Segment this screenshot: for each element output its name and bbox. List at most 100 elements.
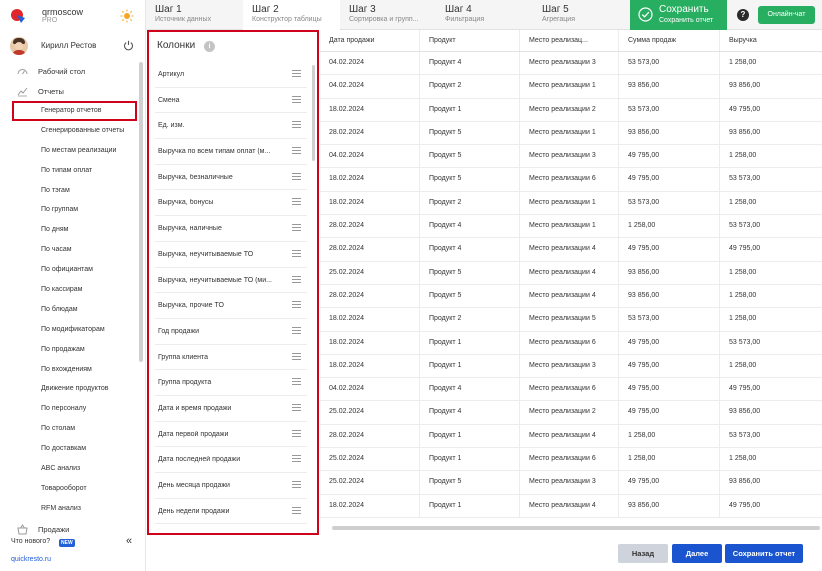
save-report-header-button[interactable]: Сохранить Сохранить отчет xyxy=(630,0,727,30)
drag-handle-icon[interactable] xyxy=(292,481,301,488)
drag-handle-icon[interactable] xyxy=(292,455,301,463)
collapse-sidebar-icon[interactable]: « xyxy=(126,535,132,547)
table-row[interactable]: 28.02.2024 Продукт 5 Место реализации 1 93 … xyxy=(320,121,822,146)
brand[interactable]: qrmoscow PRO xyxy=(10,6,136,28)
back-button[interactable]: Назад xyxy=(618,544,668,563)
drag-handle-icon[interactable] xyxy=(292,172,301,180)
drag-handle-icon[interactable] xyxy=(292,198,301,206)
subnav-item-abc-analysis[interactable]: ABC анализ xyxy=(0,459,140,479)
table-row[interactable]: 28.02.2024 Продукт 4 Место реализации 11 2… xyxy=(320,215,822,239)
drag-handle-icon[interactable] xyxy=(292,95,301,103)
table-row[interactable]: 25.02.2024 Продукт 4 Место реализации 2 49 … xyxy=(320,401,822,425)
table-row[interactable]: 25.02.2024 Продукт 1 Место реализации 61 2… xyxy=(320,448,822,472)
column-item[interactable]: Выручка по всем типам оплат (м... xyxy=(155,139,307,165)
table-hscrollbar[interactable] xyxy=(332,526,820,530)
table-row[interactable]: 25.02.2024 Продукт 5 Место реализации 3 49 … xyxy=(320,471,822,495)
column-header-product[interactable]: Продукт xyxy=(419,30,519,51)
subnav-item-by-payment-types[interactable]: По типам оплат xyxy=(0,161,140,181)
subnav-item-report-generator[interactable]: Генератор отчетов xyxy=(0,101,140,121)
column-item[interactable]: Артикул xyxy=(155,62,307,88)
nav-item-sales[interactable]: Продажи xyxy=(0,520,146,538)
column-header-sales-sum[interactable]: Сумма продаж xyxy=(618,30,719,51)
sidebar-scrollbar[interactable] xyxy=(139,62,143,362)
table-row[interactable]: 18.02.2024 Продукт 1 Место реализации 4 93 … xyxy=(320,494,822,518)
step-4-tab[interactable]: Шаг 4 Фильтрация xyxy=(436,0,533,30)
drag-handle-icon[interactable] xyxy=(292,352,301,360)
table-row[interactable]: 18.02.2024 Продукт 5 Место реализации 6 49 … xyxy=(320,168,822,192)
subnav-item-by-dishes[interactable]: По блюдам xyxy=(0,300,140,320)
drag-handle-icon[interactable] xyxy=(292,275,301,283)
columns-scrollbar[interactable] xyxy=(312,65,315,161)
user-profile[interactable]: Кирилл Рестов xyxy=(10,37,136,55)
drag-handle-icon[interactable] xyxy=(292,326,301,334)
info-icon[interactable]: i xyxy=(204,41,215,52)
subnav-item-by-tables[interactable]: По столам xyxy=(0,419,140,439)
table-row[interactable]: 28.02.2024 Продукт 4 Место реализации 4 49 … xyxy=(320,238,822,262)
table-row[interactable]: 28.02.2024 Продукт 1 Место реализации 41 2… xyxy=(320,424,822,449)
column-item[interactable]: Дата последней продажи xyxy=(155,447,307,473)
column-item[interactable]: Выручка, бонусы xyxy=(155,190,307,217)
table-row[interactable]: 18.02.2024 Продукт 2 Место реализации 5 53 … xyxy=(320,308,822,332)
subnav-item-by-waiters[interactable]: По официантам xyxy=(0,260,140,280)
column-item[interactable]: Группа клиента xyxy=(155,345,307,371)
column-item[interactable]: Смена xyxy=(155,88,307,114)
column-item[interactable]: Выручка, прочие ТО xyxy=(155,293,307,319)
column-item[interactable]: Дата и время продажи xyxy=(155,396,307,422)
subnav-item-by-tags[interactable]: По тэгам xyxy=(0,181,140,201)
column-item[interactable]: День недели продажи xyxy=(155,499,307,525)
drag-handle-icon[interactable] xyxy=(292,301,301,309)
save-report-button[interactable]: Сохранить отчет xyxy=(725,544,803,563)
drag-handle-icon[interactable] xyxy=(292,506,301,514)
column-item[interactable]: Выручка, неучитываемые ТО (ми... xyxy=(155,268,307,294)
subnav-item-by-cashiers[interactable]: По кассирам xyxy=(0,280,140,300)
column-header-sale-place[interactable]: Место реализац... xyxy=(519,30,618,51)
drag-handle-icon[interactable] xyxy=(292,224,301,232)
drag-handle-icon[interactable] xyxy=(292,249,301,257)
drag-handle-icon[interactable] xyxy=(292,429,301,437)
table-row[interactable]: 04.02.2024 Продукт 4 Место реализации 6 49 … xyxy=(320,378,822,402)
column-item[interactable]: Выручка, неучитываемые ТО xyxy=(155,242,307,268)
drag-handle-icon[interactable] xyxy=(292,147,301,155)
step-3-tab[interactable]: Шаг 3 Сортировка и групп... xyxy=(340,0,437,30)
next-button[interactable]: Далее xyxy=(672,544,722,563)
subnav-item-by-staff[interactable]: По персоналу xyxy=(0,399,140,419)
table-row[interactable]: 28.02.2024 Продукт 5 Место реализации 4 93 … xyxy=(320,284,822,309)
quickresto-link[interactable]: quickresto.ru xyxy=(11,556,51,563)
table-row[interactable]: 04.02.2024 Продукт 2 Место реализации 1 93 … xyxy=(320,75,822,99)
nav-item-desktop[interactable]: Рабочий стол xyxy=(0,62,146,82)
step-5-tab[interactable]: Шаг 5 Агрегация xyxy=(533,0,630,30)
drag-handle-icon[interactable] xyxy=(292,121,301,129)
column-item[interactable]: День месяца продажи xyxy=(155,473,307,499)
table-row[interactable]: 18.02.2024 Продукт 1 Место реализации 2 53 … xyxy=(320,98,822,122)
table-row[interactable]: 04.02.2024 Продукт 4 Место реализации 3 53 … xyxy=(320,52,822,76)
online-chat-button[interactable]: Онлайн-чат xyxy=(758,6,815,24)
subnav-item-by-deliveries[interactable]: По доставкам xyxy=(0,439,140,459)
column-item[interactable]: Ед. изм. xyxy=(155,113,307,140)
column-item[interactable]: Год продажи xyxy=(155,319,307,345)
column-item[interactable]: Дата первой продажи xyxy=(155,422,307,448)
subnav-item-rfm-analysis[interactable]: RFM анализ xyxy=(0,499,140,519)
table-row[interactable]: 18.02.2024 Продукт 1 Место реализации 3 49 … xyxy=(320,354,822,379)
column-item[interactable]: Выручка, безналичные xyxy=(155,165,307,191)
subnav-item-by-days[interactable]: По дням xyxy=(0,220,140,240)
table-row[interactable]: 18.02.2024 Продукт 1 Место реализации 6 49 … xyxy=(320,331,822,355)
subnav-item-turnover[interactable]: Товарооборот xyxy=(0,479,140,499)
help-icon[interactable]: ? xyxy=(737,9,749,21)
subnav-item-by-entries[interactable]: По вхождениям xyxy=(0,360,140,380)
subnav-item-by-modifiers[interactable]: По модификаторам xyxy=(0,320,140,340)
subnav-item-product-movement[interactable]: Движение продуктов xyxy=(0,379,140,399)
step-2-tab[interactable]: Шаг 2 Конструктор таблицы xyxy=(243,0,340,30)
nav-item-reports[interactable]: Отчеты xyxy=(0,82,146,102)
column-header-revenue[interactable]: Выручка xyxy=(719,30,822,51)
column-header-sale-date[interactable]: Дата продажи xyxy=(320,30,419,51)
subnav-item-by-sale-places[interactable]: По местам реализации xyxy=(0,141,140,161)
power-icon[interactable] xyxy=(123,40,134,51)
step-1-tab[interactable]: Шаг 1 Источник данных xyxy=(146,0,243,30)
column-item[interactable]: Группа продукта xyxy=(155,370,307,396)
table-row[interactable]: 25.02.2024 Продукт 5 Место реализации 4 93 … xyxy=(320,261,822,285)
drag-handle-icon[interactable] xyxy=(292,403,301,411)
subnav-item-by-groups[interactable]: По группам xyxy=(0,200,140,220)
column-item[interactable]: Выручка, наличные xyxy=(155,216,307,242)
drag-handle-icon[interactable] xyxy=(292,70,301,77)
subnav-item-by-hours[interactable]: По часам xyxy=(0,240,140,260)
